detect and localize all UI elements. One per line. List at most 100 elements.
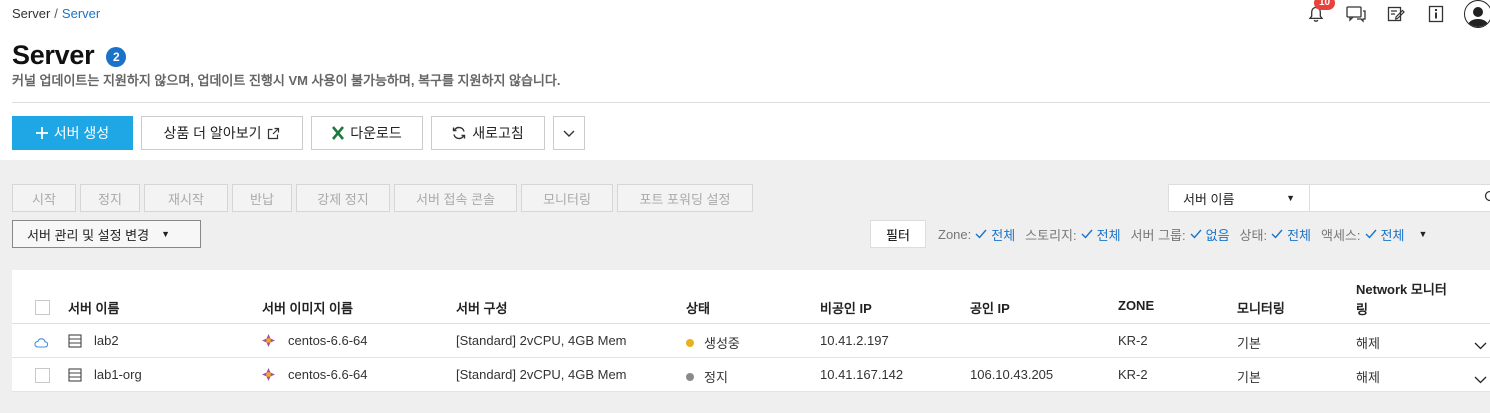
page-title: Server xyxy=(12,40,95,70)
filter-server-group[interactable]: 서버 그룹: 없음 xyxy=(1131,225,1230,244)
column-header-monitoring[interactable]: 모니터링 xyxy=(1237,298,1285,317)
download-label: 다운로드 xyxy=(350,125,402,141)
header-divider xyxy=(12,102,1490,103)
server-name[interactable]: lab2 xyxy=(94,333,119,348)
monitoring: 기본 xyxy=(1237,336,1261,351)
breadcrumb-current[interactable]: Server xyxy=(62,6,100,21)
console-button[interactable]: 서버 접속 콘솔 xyxy=(394,184,517,212)
row-expand-chevron-icon[interactable] xyxy=(1474,338,1487,353)
search-icon[interactable] xyxy=(1484,190,1490,207)
user-avatar-icon[interactable] xyxy=(1464,0,1490,28)
force-stop-button[interactable]: 강제 정지 xyxy=(296,184,390,212)
server-icon xyxy=(68,334,82,348)
title-row: Server 2 xyxy=(12,40,127,71)
filter-access[interactable]: 액세스: 전체 xyxy=(1321,225,1404,244)
page-notice: 커널 업데이트는 지원하지 않으며, 업데이트 진행시 VM 사용이 불가능하며… xyxy=(12,73,561,88)
centos-icon xyxy=(262,334,275,347)
download-button[interactable]: 다운로드 xyxy=(311,116,423,150)
network-monitoring: 해제 xyxy=(1356,370,1380,385)
port-forwarding-button[interactable]: 포트 포워딩 설정 xyxy=(617,184,753,212)
filter-button[interactable]: 필터 xyxy=(870,220,926,248)
top-toolbar: 10 xyxy=(1286,0,1490,28)
check-icon xyxy=(1271,229,1283,239)
search-field-select[interactable]: 서버 이름 ▼ xyxy=(1168,184,1310,212)
server-spec: [Standard] 2vCPU, 4GB Mem xyxy=(456,333,627,348)
filter-storage[interactable]: 스토리지: 전체 xyxy=(1025,225,1120,244)
private-ip: 10.41.167.142 xyxy=(820,367,904,382)
filter-status-value: 전체 xyxy=(1287,227,1312,243)
monitoring: 기본 xyxy=(1237,370,1261,385)
server-manage-label: 서버 관리 및 설정 변경 xyxy=(27,227,150,243)
note-edit-icon[interactable] xyxy=(1386,4,1406,24)
notification-bell-icon[interactable]: 10 xyxy=(1306,0,1336,24)
restart-button[interactable]: 재시작 xyxy=(144,184,228,212)
column-header-public-ip[interactable]: 공인 IP xyxy=(970,298,1010,317)
server-table: 서버 이름 서버 이미지 이름 서버 구성 상태 비공인 IP 공인 IP ZO… xyxy=(12,270,1490,392)
table-row[interactable]: lab1-org centos-6.6-64 [Standard] 2vCPU,… xyxy=(12,358,1490,392)
search-bar: 서버 이름 ▼ xyxy=(1168,184,1490,212)
check-icon xyxy=(1365,229,1377,239)
column-header-zone[interactable]: ZONE xyxy=(1118,298,1154,313)
filter-storage-value: 전체 xyxy=(1096,227,1121,243)
filter-server-group-label: 서버 그룹: xyxy=(1130,227,1186,243)
refresh-button[interactable]: 새로고침 xyxy=(431,116,545,150)
zone: KR-2 xyxy=(1118,367,1148,382)
status-cell: 정지 xyxy=(686,367,728,386)
page-header: Server / Server 10 Server 2 커널 업데이트는 지원하지 … xyxy=(0,0,1490,160)
filter-bar: 필터 Zone: 전체 스토리지: 전체 서버 그룹: 없음 상태: 전체 액세… xyxy=(870,220,1427,248)
column-header-server-name[interactable]: 서버 이름 xyxy=(68,298,119,317)
create-server-button[interactable]: 서버 생성 xyxy=(12,116,133,150)
refresh-icon xyxy=(452,126,466,140)
return-button[interactable]: 반납 xyxy=(232,184,292,212)
monitoring-button[interactable]: 모니터링 xyxy=(521,184,613,212)
chat-icon[interactable] xyxy=(1346,4,1366,24)
refresh-label: 새로고침 xyxy=(472,125,524,141)
start-button[interactable]: 시작 xyxy=(12,184,76,212)
stop-button[interactable]: 정지 xyxy=(80,184,140,212)
notification-count-badge: 10 xyxy=(1314,0,1336,10)
column-header-image-name[interactable]: 서버 이미지 이름 xyxy=(262,298,353,317)
caret-down-icon: ▼ xyxy=(1286,193,1295,203)
filter-status-label: 상태: xyxy=(1239,227,1268,243)
row-checkbox[interactable] xyxy=(35,368,50,383)
search-input[interactable] xyxy=(1310,184,1490,212)
table-header: 서버 이름 서버 이미지 이름 서버 구성 상태 비공인 IP 공인 IP ZO… xyxy=(12,270,1490,324)
column-header-network-monitoring[interactable]: Network 모니터 xyxy=(1356,279,1447,298)
column-header-status[interactable]: 상태 xyxy=(686,298,710,317)
table-row[interactable]: lab2 centos-6.6-64 [Standard] 2vCPU, 4GB… xyxy=(12,324,1490,358)
learn-more-label: 상품 더 알아보기 xyxy=(163,125,262,141)
row-expand-chevron-icon[interactable] xyxy=(1474,372,1487,387)
filter-status[interactable]: 상태: 전체 xyxy=(1240,225,1311,244)
info-book-icon[interactable] xyxy=(1426,4,1446,24)
operation-buttons: 시작 정지 재시작 반납 강제 정지 서버 접속 콘솔 모니터링 포트 포워딩 … xyxy=(12,184,757,212)
breadcrumb-root[interactable]: Server xyxy=(12,6,50,21)
excel-icon xyxy=(332,126,345,140)
check-icon xyxy=(1081,229,1093,239)
create-server-label: 서버 생성 xyxy=(53,125,110,141)
status-dot-icon xyxy=(686,338,694,347)
caret-down-icon[interactable]: ▼ xyxy=(1418,229,1427,239)
server-count-badge: 2 xyxy=(106,47,127,67)
column-header-spec[interactable]: 서버 구성 xyxy=(456,298,507,317)
column-header-private-ip[interactable]: 비공인 IP xyxy=(820,298,872,317)
external-link-icon xyxy=(267,127,280,140)
learn-more-button[interactable]: 상품 더 알아보기 xyxy=(141,116,303,150)
public-ip: 106.10.43.205 xyxy=(970,367,1054,382)
cloud-status-icon xyxy=(34,336,49,351)
filter-access-value: 전체 xyxy=(1380,227,1405,243)
filter-server-group-value: 없음 xyxy=(1205,227,1230,243)
more-actions-dropdown[interactable] xyxy=(553,116,585,150)
filter-storage-label: 스토리지: xyxy=(1025,227,1077,243)
breadcrumb: Server / Server xyxy=(12,6,100,21)
action-bar: 서버 생성 상품 더 알아보기 다운로드 새로고침 xyxy=(12,116,593,150)
column-header-network-monitoring-wrap: 링 xyxy=(1356,302,1368,317)
server-name[interactable]: lab1-org xyxy=(94,367,142,382)
filter-zone[interactable]: Zone: 전체 xyxy=(938,225,1015,244)
centos-icon xyxy=(262,368,275,381)
server-manage-dropdown[interactable]: 서버 관리 및 설정 변경 ▼ xyxy=(12,220,201,248)
status-text: 정지 xyxy=(704,370,728,385)
select-all-checkbox[interactable] xyxy=(35,300,50,315)
plus-icon xyxy=(35,127,48,139)
status-cell: 생성중 xyxy=(686,333,740,352)
chevron-down-icon xyxy=(563,125,575,141)
